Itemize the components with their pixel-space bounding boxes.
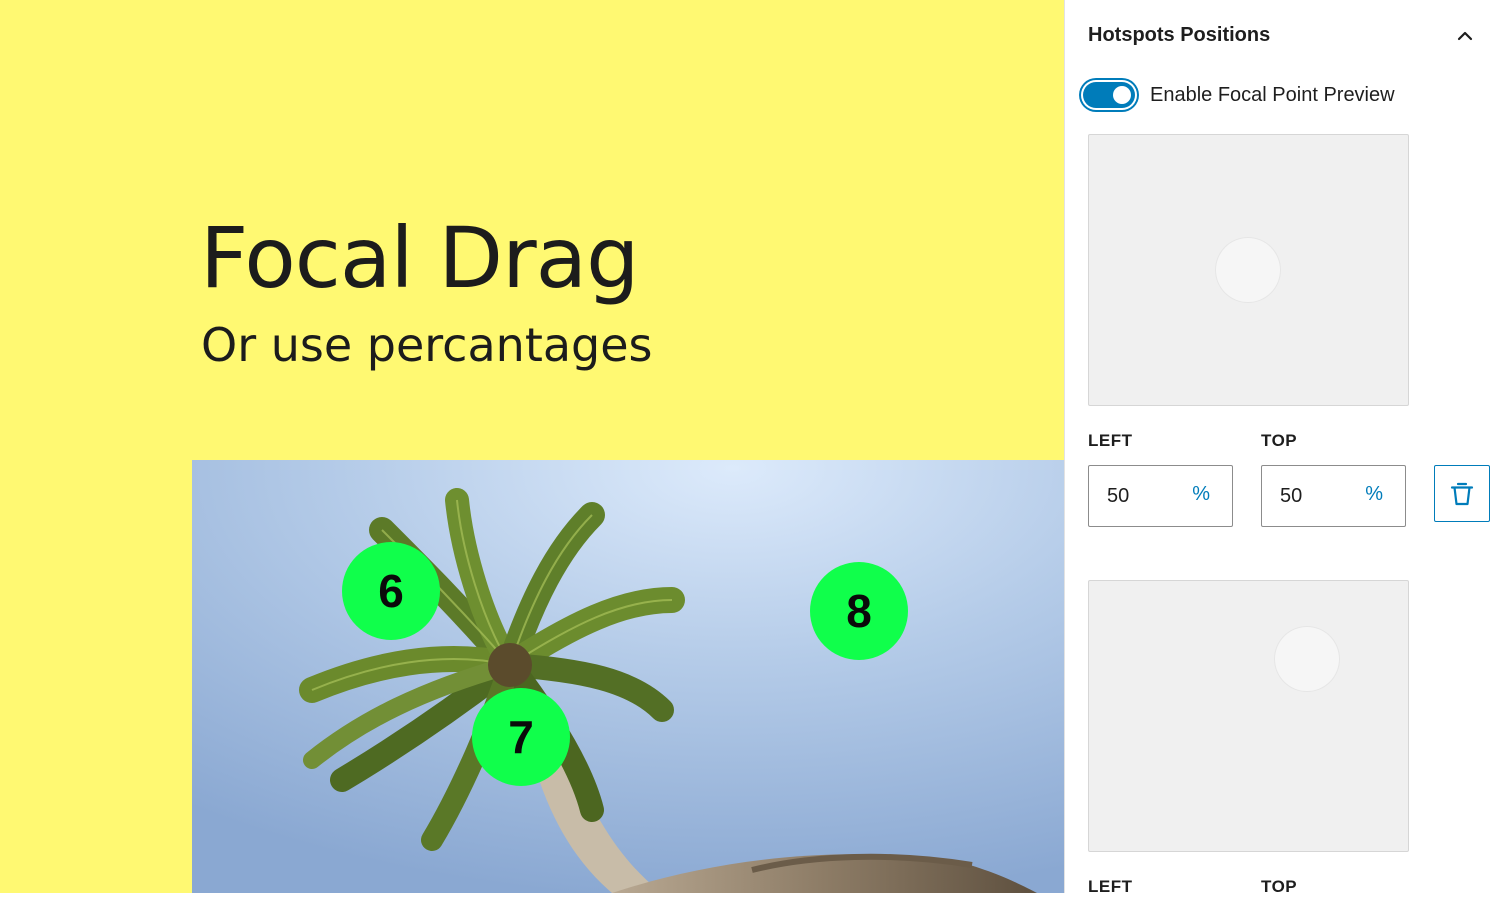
hotspot-marker[interactable]: 8: [810, 562, 908, 660]
focal-preview-toggle-row: Enable Focal Point Preview: [1083, 76, 1395, 114]
top-percent-field: %: [1261, 465, 1406, 527]
page-subheading[interactable]: Or use percantages: [201, 314, 653, 376]
focal-point-handle[interactable]: [1216, 238, 1280, 302]
toggle-knob: [1113, 86, 1131, 104]
top-percent-input[interactable]: [1280, 484, 1360, 508]
focal-point-picker[interactable]: [1088, 580, 1409, 852]
editor-canvas: Focal Drag Or use percantages 6 7 8: [0, 0, 1064, 893]
left-percent-input[interactable]: [1107, 484, 1187, 508]
top-label: TOP: [1261, 431, 1298, 450]
left-percent-field: %: [1088, 465, 1233, 527]
palm-tree-photo: [192, 460, 1064, 893]
focal-point-handle[interactable]: [1275, 627, 1339, 691]
trash-icon: [1450, 482, 1474, 505]
focal-point-picker[interactable]: [1088, 134, 1409, 406]
page-heading[interactable]: Focal Drag: [200, 208, 639, 308]
settings-sidebar: Hotspots Positions Enable Focal Point Pr…: [1064, 0, 1504, 896]
hotspot-image[interactable]: 6 7 8: [192, 460, 1064, 893]
toggle-label[interactable]: Enable Focal Point Preview: [1150, 84, 1395, 107]
hotspot-marker[interactable]: 6: [342, 542, 440, 640]
delete-hotspot-button[interactable]: [1434, 465, 1490, 522]
collapse-panel-button[interactable]: [1451, 22, 1479, 50]
focal-preview-toggle[interactable]: [1083, 82, 1135, 108]
hotspot-marker[interactable]: 7: [472, 688, 570, 786]
percent-unit: %: [1365, 483, 1383, 505]
left-label: LEFT: [1088, 431, 1133, 450]
panel-title[interactable]: Hotspots Positions: [1088, 24, 1270, 47]
percent-unit: %: [1192, 483, 1210, 505]
chevron-up-icon: [1457, 31, 1473, 41]
left-label: LEFT: [1088, 877, 1133, 896]
top-label: TOP: [1261, 877, 1298, 896]
